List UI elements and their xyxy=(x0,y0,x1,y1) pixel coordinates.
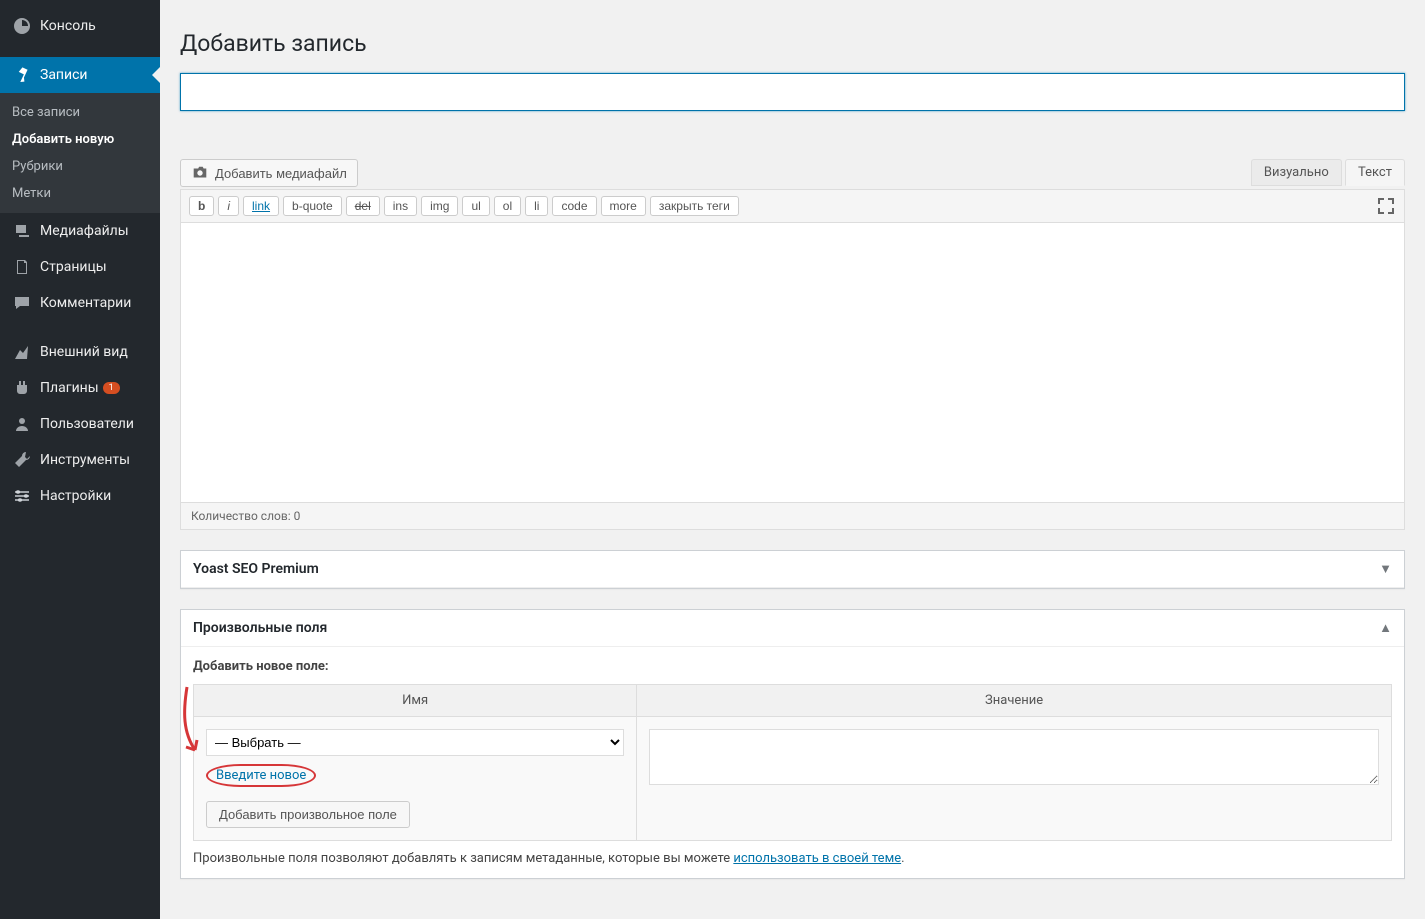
btn-bquote[interactable]: b-quote xyxy=(283,196,342,216)
btn-img[interactable]: img xyxy=(421,196,458,216)
btn-del[interactable]: del xyxy=(346,196,380,216)
custom-fields-title: Произвольные поля xyxy=(193,620,327,636)
enter-new-link[interactable]: Введите новое xyxy=(206,764,316,787)
main-content: Добавить запись Добавить медиафайл Визуа… xyxy=(160,0,1425,919)
btn-code[interactable]: code xyxy=(552,196,596,216)
settings-icon xyxy=(12,486,32,506)
cf-note-link[interactable]: использовать в своей теме xyxy=(733,851,901,866)
plugins-update-badge: 1 xyxy=(103,382,120,394)
btn-ul[interactable]: ul xyxy=(462,196,489,216)
cf-note-prefix: Произвольные поля позволяют добавлять к … xyxy=(193,851,733,866)
plugins-icon xyxy=(12,378,32,398)
add-custom-field-button[interactable]: Добавить произвольное поле xyxy=(206,801,410,828)
menu-settings[interactable]: Настройки xyxy=(0,478,160,514)
custom-fields-postbox: Произвольные поля ▲ Добавить новое поле:… xyxy=(180,609,1405,879)
add-new-field-label: Добавить новое поле: xyxy=(193,659,1392,674)
menu-posts-label: Записи xyxy=(40,67,88,83)
page-title: Добавить запись xyxy=(180,30,1405,57)
submenu-all-posts[interactable]: Все записи xyxy=(0,99,160,126)
menu-appearance[interactable]: Внешний вид xyxy=(0,334,160,370)
pin-icon xyxy=(12,65,32,85)
menu-plugins[interactable]: Плагины 1 xyxy=(0,370,160,406)
cf-value-textarea[interactable] xyxy=(649,729,1379,785)
menu-tools-label: Инструменты xyxy=(40,452,130,468)
submenu-add-new[interactable]: Добавить новую xyxy=(0,126,160,153)
word-count: Количество слов: 0 xyxy=(191,509,300,523)
menu-appearance-label: Внешний вид xyxy=(40,344,128,360)
fullscreen-icon[interactable] xyxy=(1376,196,1396,216)
btn-ol[interactable]: ol xyxy=(494,196,521,216)
tab-visual[interactable]: Визуально xyxy=(1251,159,1342,186)
media-icon xyxy=(12,221,32,241)
menu-tools[interactable]: Инструменты xyxy=(0,442,160,478)
comments-icon xyxy=(12,293,32,313)
tab-text[interactable]: Текст xyxy=(1345,159,1405,186)
pages-icon xyxy=(12,257,32,277)
tools-icon xyxy=(12,450,32,470)
custom-fields-header[interactable]: Произвольные поля ▲ xyxy=(181,610,1404,647)
custom-fields-table: Имя Значение — Выбрать — Введите новое xyxy=(193,684,1392,841)
btn-close-tags[interactable]: закрыть теги xyxy=(650,196,739,216)
cf-value-header: Значение xyxy=(637,685,1392,717)
submenu-categories[interactable]: Рубрики xyxy=(0,153,160,180)
toggle-up-icon[interactable]: ▲ xyxy=(1379,620,1392,636)
submenu-posts: Все записи Добавить новую Рубрики Метки xyxy=(0,93,160,213)
add-media-button[interactable]: Добавить медиафайл xyxy=(180,159,358,187)
btn-li[interactable]: li xyxy=(525,196,548,216)
yoast-postbox: Yoast SEO Premium ▼ xyxy=(180,550,1405,589)
menu-comments[interactable]: Комментарии xyxy=(0,285,160,321)
menu-settings-label: Настройки xyxy=(40,488,111,504)
editor-tabs: Визуально Текст xyxy=(1251,159,1405,186)
custom-fields-note: Произвольные поля позволяют добавлять к … xyxy=(193,851,1392,866)
btn-italic[interactable]: i xyxy=(218,196,239,216)
menu-comments-label: Комментарии xyxy=(40,295,131,311)
menu-console-label: Консоль xyxy=(40,18,96,34)
cf-note-suffix: . xyxy=(901,851,904,866)
custom-fields-body: Добавить новое поле: Имя Значение — Выбр xyxy=(181,647,1404,878)
yoast-header[interactable]: Yoast SEO Premium ▼ xyxy=(181,551,1404,588)
users-icon xyxy=(12,414,32,434)
cf-name-select[interactable]: — Выбрать — xyxy=(206,729,624,756)
post-title-input[interactable] xyxy=(180,73,1405,111)
editor-status-bar: Количество слов: 0 xyxy=(180,503,1405,530)
submenu-tags[interactable]: Метки xyxy=(0,180,160,207)
menu-users-label: Пользователи xyxy=(40,416,134,432)
btn-ins[interactable]: ins xyxy=(384,196,417,216)
menu-pages[interactable]: Страницы xyxy=(0,249,160,285)
menu-posts[interactable]: Записи xyxy=(0,57,160,93)
editor-toolbar: b i link b-quote del ins img ul ol li co… xyxy=(180,189,1405,223)
editor-textarea[interactable] xyxy=(180,223,1405,503)
admin-sidebar: Консоль Записи Все записи Добавить новую… xyxy=(0,0,160,919)
add-media-label: Добавить медиафайл xyxy=(215,166,347,181)
camera-music-icon xyxy=(191,164,209,182)
dashboard-icon xyxy=(12,16,32,36)
menu-users[interactable]: Пользователи xyxy=(0,406,160,442)
btn-more[interactable]: more xyxy=(601,196,646,216)
btn-bold[interactable]: b xyxy=(189,196,214,216)
appearance-icon xyxy=(12,342,32,362)
menu-console[interactable]: Консоль xyxy=(0,8,160,44)
menu-plugins-label: Плагины xyxy=(40,380,99,396)
menu-media-label: Медиафайлы xyxy=(40,223,129,239)
yoast-title: Yoast SEO Premium xyxy=(193,561,319,577)
menu-pages-label: Страницы xyxy=(40,259,107,275)
btn-link[interactable]: link xyxy=(243,196,279,216)
toggle-down-icon[interactable]: ▼ xyxy=(1379,561,1392,577)
cf-name-header: Имя xyxy=(194,685,637,717)
menu-media[interactable]: Медиафайлы xyxy=(0,213,160,249)
